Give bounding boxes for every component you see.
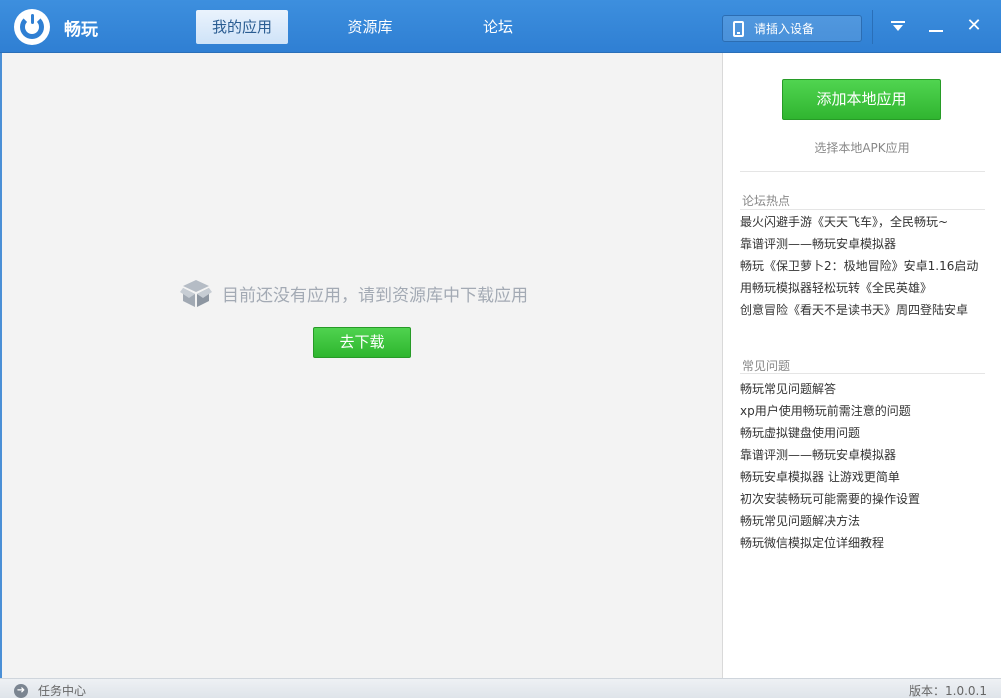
divider [740, 373, 985, 374]
forum-hot-link[interactable]: 最火闪避手游《天天飞车》，全民畅玩~ [740, 211, 978, 233]
divider [740, 171, 985, 172]
minimize-button[interactable] [924, 14, 948, 38]
faq-link[interactable]: 畅玩常见问题解答 [740, 378, 920, 400]
faq-title: 常见问题 [742, 359, 791, 373]
dropdown-menu-button[interactable] [886, 14, 910, 38]
close-button[interactable]: ✕ [962, 14, 986, 38]
forum-hot-link[interactable]: 用畅玩模拟器轻松玩转《全民英雄》 [740, 277, 978, 299]
go-download-button[interactable]: 去下载 [313, 327, 411, 358]
faq-link[interactable]: 畅玩虚拟键盘使用问题 [740, 422, 920, 444]
faq-link[interactable]: 畅玩安卓模拟器 让游戏更简单 [740, 466, 920, 488]
dropdown-menu-icon [891, 21, 905, 31]
status-bar: ➜ 任务中心 版本：1.0.0.1 [0, 678, 1001, 698]
faq-link[interactable]: 初次安装畅玩可能需要的操作设置 [740, 488, 920, 510]
empty-state: 目前还没有应用，请到资源库中下载应用 [180, 277, 528, 309]
close-icon: ✕ [966, 15, 982, 36]
forum-hot-link[interactable]: 畅玩《保卫萝卜2：极地冒险》安卓1.16启动 [740, 255, 978, 277]
faq-link[interactable]: 畅玩常见问题解决方法 [740, 510, 920, 532]
tab-forum[interactable]: 论坛 [466, 10, 530, 44]
arrow-right-icon: ➜ [14, 683, 28, 698]
insert-device-button[interactable]: 请插入设备 [722, 15, 862, 42]
forum-hot-link[interactable]: 创意冒险《看天不是读书天》周四登陆安卓 [740, 299, 978, 321]
my-apps-panel: 目前还没有应用，请到资源库中下载应用 去下载 [0, 53, 723, 678]
phone-icon [733, 20, 744, 37]
changwan-logo-icon [14, 9, 50, 45]
forum-hot-list: 最火闪避手游《天天飞车》，全民畅玩~ 靠谱评测——畅玩安卓模拟器 畅玩《保卫萝卜… [740, 211, 978, 321]
tab-my-apps[interactable]: 我的应用 [196, 10, 288, 44]
task-center-button[interactable]: ➜ 任务中心 [14, 682, 86, 698]
title-bar: 畅玩 我的应用 资源库 论坛 请插入设备 ✕ [0, 0, 1001, 53]
side-panel: 添加本地应用 选择本地APK应用 论坛热点 最火闪避手游《天天飞车》，全民畅玩~… [723, 53, 1001, 678]
forum-hot-title: 论坛热点 [742, 194, 791, 208]
empty-message: 目前还没有应用，请到资源库中下载应用 [222, 285, 528, 306]
version-label: 版本：1.0.0.1 [909, 684, 987, 698]
app-name: 畅玩 [64, 20, 98, 40]
faq-link[interactable]: 畅玩微信模拟定位详细教程 [740, 532, 920, 554]
faq-link[interactable]: xp用户使用畅玩前需注意的问题 [740, 400, 920, 422]
faq-link[interactable]: 靠谱评测——畅玩安卓模拟器 [740, 444, 920, 466]
task-center-label: 任务中心 [38, 684, 87, 698]
box-icon [180, 277, 212, 309]
title-bar-divider [872, 10, 873, 44]
insert-device-label: 请插入设备 [754, 22, 815, 36]
add-local-app-hint: 选择本地APK应用 [814, 141, 910, 155]
forum-hot-link[interactable]: 靠谱评测——畅玩安卓模拟器 [740, 233, 978, 255]
minimize-icon [929, 30, 943, 32]
faq-list: 畅玩常见问题解答 xp用户使用畅玩前需注意的问题 畅玩虚拟键盘使用问题 靠谱评测… [740, 378, 920, 554]
tab-resource-library[interactable]: 资源库 [330, 10, 410, 44]
add-local-app-button[interactable]: 添加本地应用 [782, 79, 941, 120]
divider [740, 209, 985, 210]
